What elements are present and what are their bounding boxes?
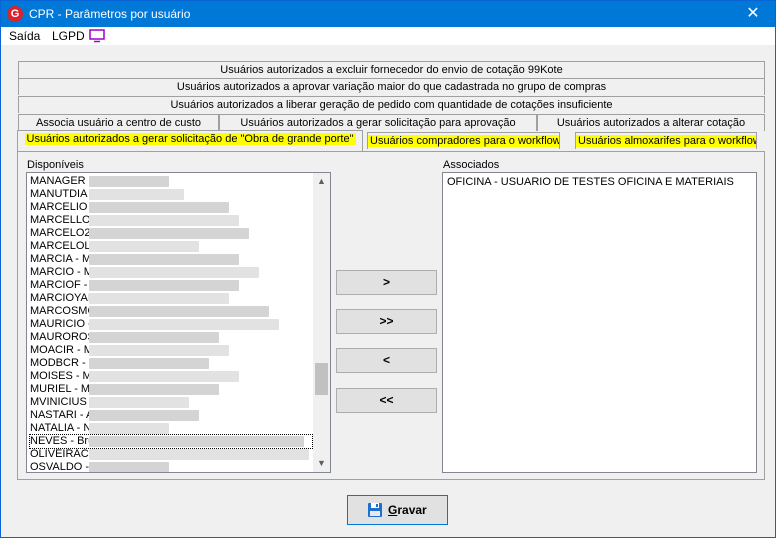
list-item[interactable]: MAUROROS <box>30 331 95 344</box>
remove-selected-button[interactable]: < <box>336 348 437 373</box>
redacted-text <box>89 332 219 343</box>
add-all-button[interactable]: >> <box>336 309 437 334</box>
redacted-text <box>89 397 189 408</box>
tab-label: Associa usuário a centro de custo <box>35 117 202 129</box>
list-item[interactable]: MODBCR - I <box>30 357 92 370</box>
tab-label: Usuários autorizados a alterar cotação <box>556 117 746 129</box>
redacted-text <box>89 319 279 330</box>
list-item[interactable]: MARCIA - M <box>30 253 91 266</box>
list-item[interactable]: MOISES - M <box>30 370 92 383</box>
list-item[interactable]: OSVALDO - <box>30 461 89 472</box>
list-item[interactable]: MARCIO - M <box>30 266 93 279</box>
gravar-label: Gravar <box>388 503 427 517</box>
list-item[interactable]: MARCIOF - <box>30 279 87 292</box>
window-title: CPR - Parâmetros por usuário <box>29 7 191 21</box>
tab-label: Usuários autorizados a liberar geração d… <box>170 99 613 111</box>
redacted-text <box>89 241 199 252</box>
tab-solicitacao-aprovacao[interactable]: Usuários autorizados a gerar solicitação… <box>219 114 537 131</box>
redacted-text <box>89 189 184 200</box>
redacted-text <box>89 462 169 472</box>
tab-compradores-workflow[interactable]: Usuários compradores para o workflow <box>367 132 560 149</box>
tab-label: Usuários autorizados a excluir fornecedo… <box>220 64 563 76</box>
menu-bar: Saída LGPD <box>1 27 775 45</box>
list-item[interactable]: MARCELIO <box>30 201 87 214</box>
monitor-icon[interactable] <box>89 29 105 43</box>
list-item[interactable]: MAURICIO - <box>30 318 92 331</box>
list-item[interactable]: MANUTDIA <box>30 188 87 201</box>
redacted-text <box>89 384 219 395</box>
list-item[interactable]: OLIVEIRACI <box>30 448 92 461</box>
redacted-text <box>89 436 304 447</box>
list-item[interactable]: NATALIA - N <box>30 422 91 435</box>
list-item[interactable]: MARCELLO <box>30 214 91 227</box>
floppy-disk-icon <box>368 503 382 517</box>
tab-liberar-pedido[interactable]: Usuários autorizados a liberar geração d… <box>18 96 765 113</box>
redacted-text <box>89 449 309 460</box>
redacted-text <box>89 358 209 369</box>
redacted-text <box>89 423 169 434</box>
associados-label: Associados <box>443 159 500 171</box>
redacted-text <box>89 176 169 187</box>
redacted-text <box>89 410 199 421</box>
gravar-button[interactable]: Gravar <box>347 495 448 525</box>
tab-obra-grande-porte[interactable]: Usuários autorizados a gerar solicitação… <box>17 130 363 151</box>
redacted-text <box>89 254 239 265</box>
scroll-thumb[interactable] <box>315 363 328 395</box>
tab-excluir-fornecedor[interactable]: Usuários autorizados a excluir fornecedo… <box>18 61 765 78</box>
app-logo-icon: G <box>7 6 23 22</box>
tab-aprovar-variacao[interactable]: Usuários autorizados a aprovar variação … <box>18 78 765 95</box>
list-item[interactable]: MURIEL - M <box>30 383 90 396</box>
tab-centro-custo[interactable]: Associa usuário a centro de custo <box>18 114 219 131</box>
list-item[interactable]: MARCELO2 <box>30 227 91 240</box>
redacted-text <box>89 306 269 317</box>
tab-alterar-cotacao[interactable]: Usuários autorizados a alterar cotação <box>537 114 765 131</box>
list-item[interactable]: NASTARI - A <box>30 409 93 422</box>
scroll-up-arrow-icon[interactable]: ▲ <box>313 173 330 190</box>
tab-label: Usuários almoxarifes para o workflow <box>576 135 756 147</box>
menu-item-lgpd[interactable]: LGPD <box>52 29 85 43</box>
redacted-text <box>89 345 229 356</box>
available-list-scrollbar[interactable]: ▲ ▼ <box>313 173 330 472</box>
redacted-text <box>89 371 239 382</box>
list-item[interactable]: OFICINA - USUARIO DE TESTES OFICINA E MA… <box>447 176 734 188</box>
tab-almoxarifes-workflow[interactable]: Usuários almoxarifes para o workflow <box>575 132 757 149</box>
redacted-text <box>89 267 259 278</box>
list-item[interactable]: MARCIOYAI <box>30 292 91 305</box>
list-item[interactable]: MARCELOL <box>30 240 91 253</box>
redacted-text <box>89 228 249 239</box>
list-item[interactable]: MOACIR - M <box>30 344 93 357</box>
list-item[interactable]: MARCOSMC <box>30 305 95 318</box>
add-selected-button[interactable]: > <box>336 270 437 295</box>
list-item[interactable]: MVINICIUS <box>30 396 87 409</box>
remove-all-button[interactable]: << <box>336 388 437 413</box>
available-users-list[interactable]: MANAGER MANUTDIA MARCELIO MARCELLO MARCELO2 M… <box>26 172 331 473</box>
title-bar[interactable]: G CPR - Parâmetros por usuário ✕ <box>1 1 775 27</box>
tab-label: Usuários compradores para o workflow <box>368 135 559 147</box>
disponiveis-label: Disponíveis <box>27 159 84 171</box>
tab-label: Usuários autorizados a gerar solicitação… <box>240 117 516 129</box>
redacted-text <box>89 202 229 213</box>
tab-label: Usuários autorizados a gerar solicitação… <box>24 133 356 145</box>
scroll-down-arrow-icon[interactable]: ▼ <box>313 455 330 472</box>
redacted-text <box>89 215 239 226</box>
app-window: G CPR - Parâmetros por usuário ✕ Saída L… <box>0 0 776 538</box>
menu-item-saida[interactable]: Saída <box>9 29 40 43</box>
tab-label: Usuários autorizados a aprovar variação … <box>176 81 607 93</box>
list-item[interactable]: MANAGER <box>30 175 86 188</box>
close-button[interactable]: ✕ <box>735 2 771 26</box>
associated-users-list[interactable]: OFICINA - USUARIO DE TESTES OFICINA E MA… <box>442 172 757 473</box>
redacted-text <box>89 293 229 304</box>
redacted-text <box>89 280 239 291</box>
